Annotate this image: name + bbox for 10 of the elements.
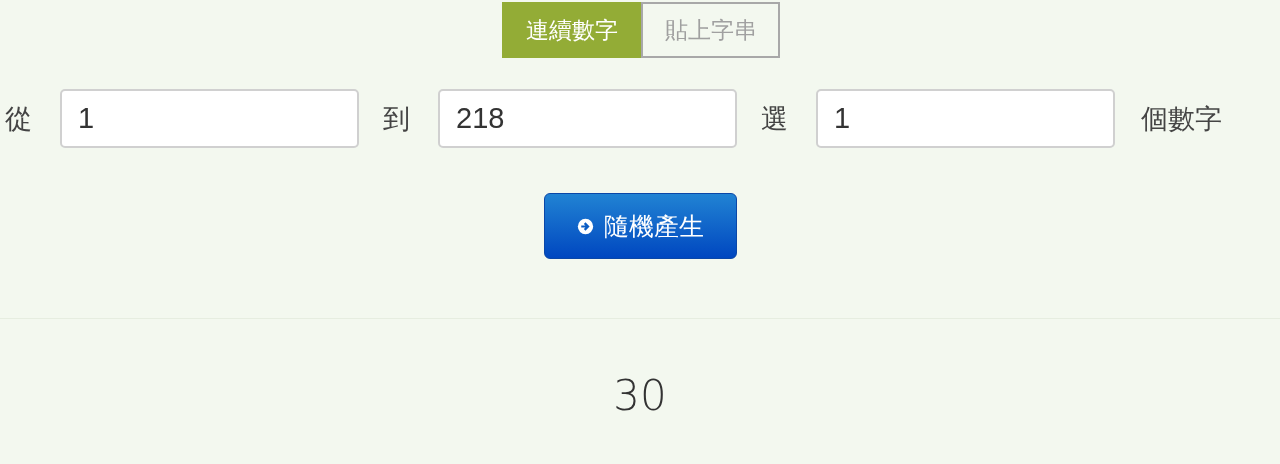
generate-button[interactable]: 隨機產生 — [544, 193, 737, 259]
number-field[interactable]: 218 — [438, 89, 737, 148]
range-label: 從 — [5, 101, 33, 136]
number-field[interactable]: 1 — [816, 89, 1115, 148]
number-field[interactable]: 1 — [60, 89, 359, 148]
result-number: 30 — [613, 371, 667, 420]
arrow-circle-icon — [577, 217, 594, 235]
range-label: 到 — [383, 101, 411, 136]
range-label: 選 — [761, 101, 789, 136]
count-label: 個數字 — [1141, 101, 1222, 136]
